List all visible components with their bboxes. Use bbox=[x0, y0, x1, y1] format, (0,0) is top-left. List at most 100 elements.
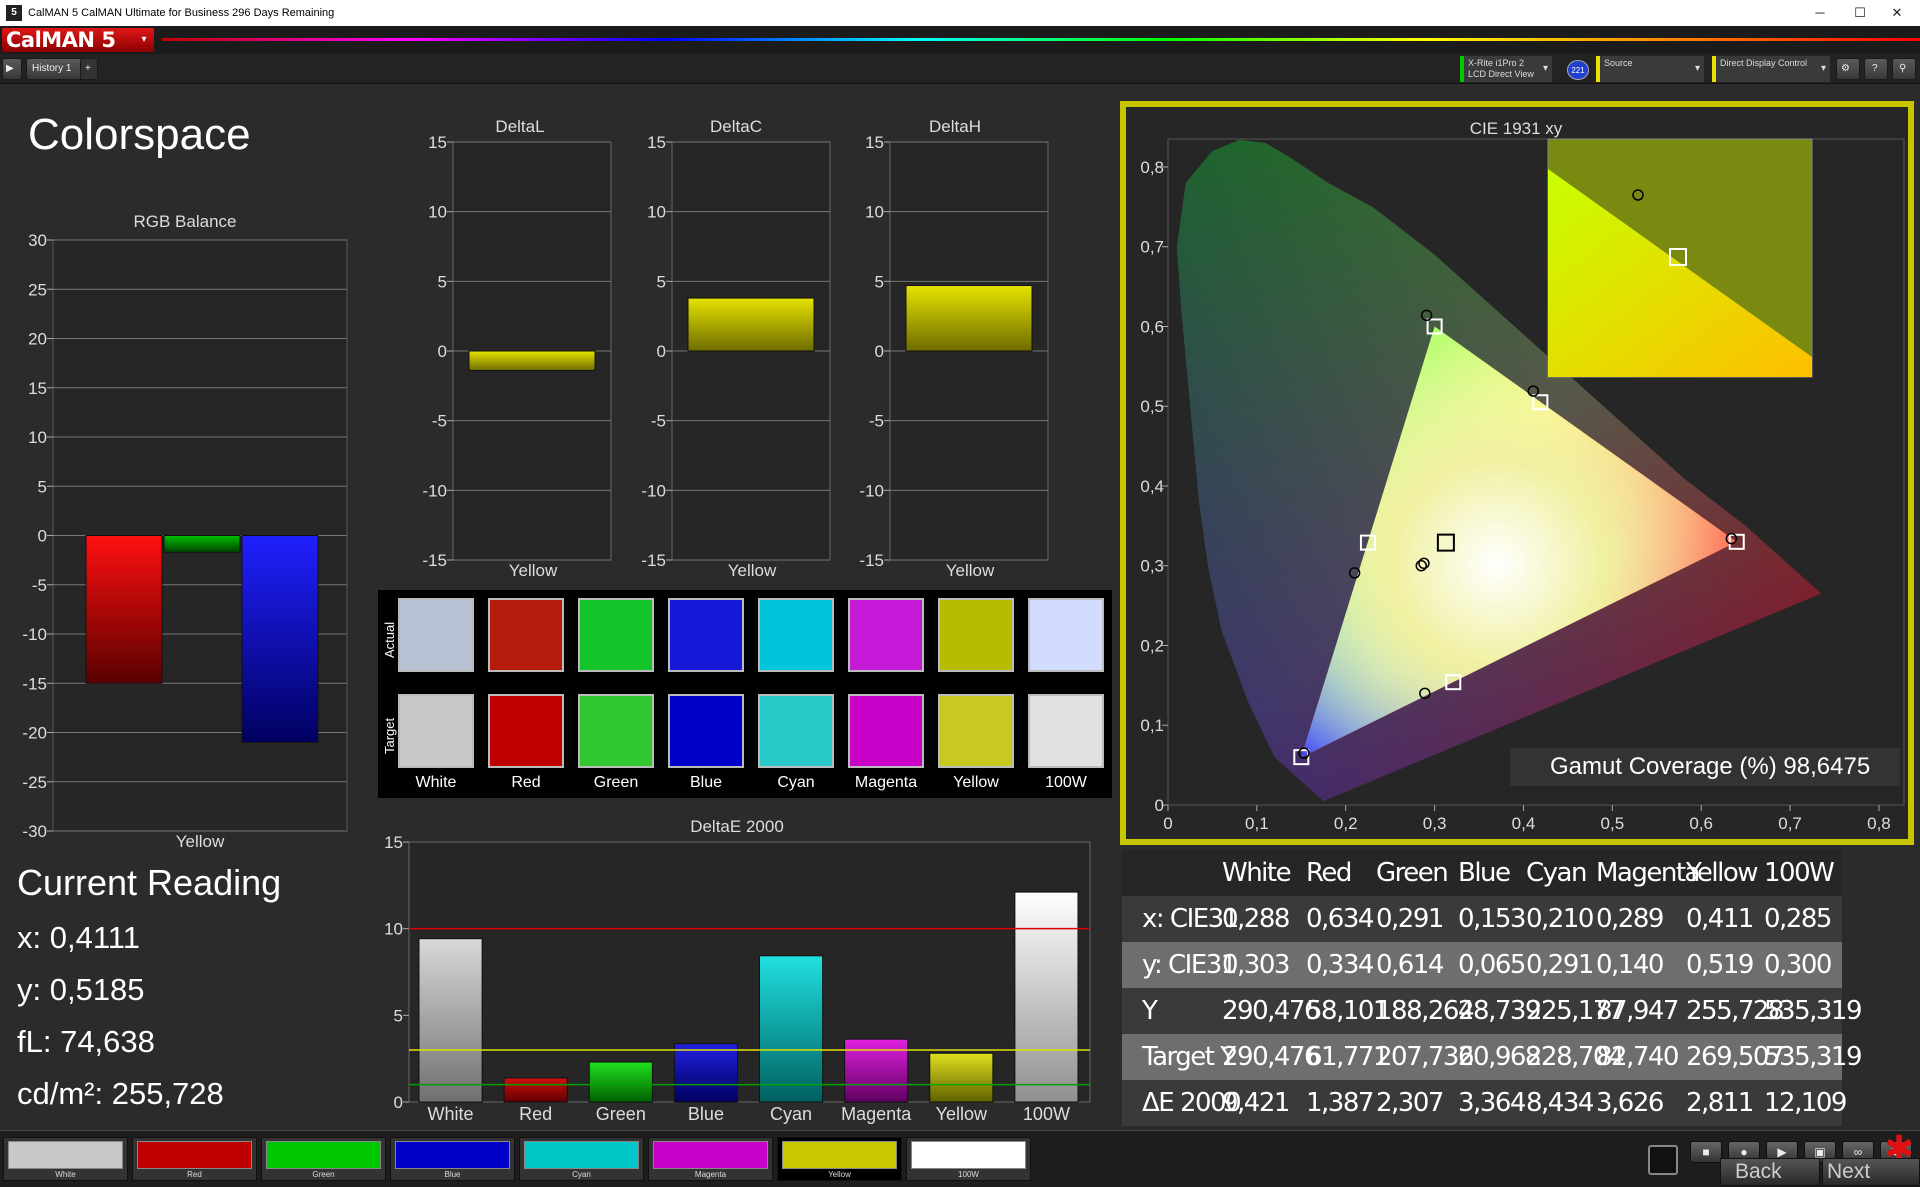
rgb-ytick-label: -5 bbox=[32, 576, 47, 595]
deltae-xtick-label: White bbox=[428, 1104, 474, 1124]
rgb-ytick-label: 30 bbox=[28, 231, 47, 250]
table-row: Y 290,476 58,101 188,264 28,739 225,177 87,947… bbox=[1122, 988, 1863, 1034]
deltac-bar bbox=[687, 297, 815, 352]
deltac-ytick-label: -15 bbox=[641, 551, 666, 570]
app-logo: CalMAN 5 bbox=[6, 28, 116, 52]
table-cell: 0,614 bbox=[1376, 950, 1444, 980]
deltae-bar-white bbox=[418, 938, 483, 1103]
table-cell: 535,319 bbox=[1764, 1042, 1863, 1072]
reading-fl: fL: 74,638 bbox=[17, 1024, 155, 1059]
tab-history-1[interactable]: History 1 bbox=[26, 58, 86, 80]
deltac-category: Yellow bbox=[727, 561, 777, 580]
deltal-ytick-label: 0 bbox=[438, 342, 447, 361]
deltal-ytick-label: 10 bbox=[428, 203, 447, 222]
target-swatch-yellow bbox=[938, 694, 1014, 768]
patch-color bbox=[782, 1141, 897, 1169]
table-cell: 0,300 bbox=[1764, 950, 1832, 980]
deltae-bar-100w bbox=[1014, 891, 1079, 1103]
gamut-coverage: Gamut Coverage (%) 98,6475 bbox=[1510, 748, 1900, 786]
cie-chart: 0 0,1 0,2 0,3 0,4 0,5 0,6 0,7 0,8 0,8 0,7 0,6 0,5 0,4… bbox=[1140, 138, 1905, 833]
deltac-ytick-label: 10 bbox=[647, 203, 666, 222]
table-row: y: CIE31 0,303 0,334 0,614 0,065 0,291 0,140 0,… bbox=[1122, 942, 1842, 988]
table-row: ΔE 2000 9,421 1,387 2,307 3,364 8,434 3,626 2,8… bbox=[1122, 1080, 1847, 1126]
patch-button-100w[interactable]: 100W bbox=[906, 1137, 1031, 1181]
patch-label: Red bbox=[187, 1170, 202, 1179]
swatch-label: White bbox=[415, 774, 457, 791]
meter-selector[interactable]: X-Rite i1Pro 2 LCD Direct View ▾ bbox=[1460, 56, 1552, 82]
patch-button-red[interactable]: Red bbox=[132, 1137, 257, 1181]
target-swatch-blue bbox=[668, 694, 744, 768]
patch-label: Yellow bbox=[828, 1170, 851, 1179]
current-reading-title: Current Reading bbox=[17, 862, 282, 903]
row-label: Target Y bbox=[1142, 1042, 1236, 1072]
cie-ytick-label: 0,7 bbox=[1140, 238, 1164, 257]
column-header: Blue bbox=[1458, 858, 1511, 888]
deltae-bar-blue bbox=[673, 1043, 738, 1103]
cie-xtick-label: 0,1 bbox=[1245, 814, 1269, 833]
table-cell: 0,210 bbox=[1526, 904, 1594, 934]
cie-ytick-label: 0,3 bbox=[1140, 557, 1164, 576]
window-titlebar: 5 CalMAN 5 CalMAN Ultimate for Business … bbox=[0, 0, 1920, 26]
next-button[interactable]: Next bbox=[1822, 1158, 1920, 1186]
patch-label: Cyan bbox=[572, 1170, 591, 1179]
rgb-ytick-label: 10 bbox=[28, 428, 47, 447]
patch-color bbox=[653, 1141, 768, 1169]
close-button[interactable]: ✕ bbox=[1874, 0, 1920, 26]
table-cell: 87,947 bbox=[1596, 996, 1679, 1026]
deltah-bar bbox=[905, 285, 1033, 352]
add-tab-button[interactable]: + bbox=[80, 58, 98, 80]
play-icon[interactable]: ▶ bbox=[2, 58, 22, 80]
column-header: Yellow bbox=[1686, 858, 1759, 888]
rgb-ytick-label: -20 bbox=[22, 724, 47, 743]
patch-color bbox=[8, 1141, 123, 1169]
actual-swatch-blue bbox=[668, 598, 744, 672]
big-stop-button[interactable] bbox=[1648, 1145, 1678, 1175]
column-header: Red bbox=[1306, 858, 1352, 888]
target-swatch-white bbox=[398, 694, 474, 768]
patch-button-white[interactable]: White bbox=[3, 1137, 128, 1181]
pin-icon[interactable]: ⚲ bbox=[1892, 58, 1916, 80]
source-selector[interactable]: Source ▾ bbox=[1596, 56, 1704, 82]
deltae-bar-magenta bbox=[844, 1038, 909, 1103]
patch-button-blue[interactable]: Blue bbox=[390, 1137, 515, 1181]
cie-xtick-label: 0,3 bbox=[1423, 814, 1447, 833]
actual-row-label: Actual bbox=[382, 621, 397, 658]
table-cell: 12,109 bbox=[1764, 1088, 1847, 1118]
cie-xtick-label: 0,5 bbox=[1601, 814, 1625, 833]
patch-button-green[interactable]: Green bbox=[261, 1137, 386, 1181]
deltac-ytick-label: 5 bbox=[657, 272, 666, 291]
chevron-down-icon: ▾ bbox=[1694, 63, 1700, 74]
actual-swatch-yellow bbox=[938, 598, 1014, 672]
cie-ytick-label: 0 bbox=[1155, 796, 1164, 815]
cie-ytick-label: 0,2 bbox=[1140, 636, 1164, 655]
table-cell: 0,153 bbox=[1458, 904, 1526, 934]
deltae-ytick-label: 0 bbox=[394, 1093, 403, 1112]
rainbow-divider bbox=[162, 38, 1920, 41]
app-menu-button[interactable]: CalMAN 5 ▾ bbox=[2, 28, 154, 52]
swatch-label: Red bbox=[511, 774, 541, 791]
stop-icon[interactable]: ■ bbox=[1690, 1141, 1722, 1163]
patch-button-magenta[interactable]: Magenta bbox=[648, 1137, 773, 1181]
meter-name: X-Rite i1Pro 2 bbox=[1468, 58, 1525, 68]
patch-button-yellow[interactable]: Yellow bbox=[777, 1137, 902, 1181]
display-selector[interactable]: Direct Display Control ▾ bbox=[1712, 56, 1830, 82]
help-icon[interactable]: ? bbox=[1864, 58, 1888, 80]
deltae-xtick-label: Red bbox=[519, 1104, 552, 1124]
deltae-xtick-label: Yellow bbox=[936, 1104, 988, 1124]
deltae-bar-cyan bbox=[759, 955, 824, 1103]
gear-icon[interactable]: ⚙ bbox=[1836, 58, 1860, 80]
table-cell: 0,634 bbox=[1306, 904, 1374, 934]
meter-badge[interactable]: 221 bbox=[1567, 60, 1589, 80]
back-button[interactable]: Back bbox=[1720, 1158, 1820, 1186]
patch-button-cyan[interactable]: Cyan bbox=[519, 1137, 644, 1181]
actual-swatch-red bbox=[488, 598, 564, 672]
table-cell: 8,434 bbox=[1526, 1088, 1594, 1118]
patch-label: Magenta bbox=[694, 1170, 727, 1179]
cie-ytick-label: 0,1 bbox=[1140, 716, 1164, 735]
deltah-ytick-label: 10 bbox=[865, 203, 884, 222]
table-row: Target Y 290,476 61,771 207,736 20,968 228,70… bbox=[1122, 1034, 1863, 1080]
rgb-ytick-label: -25 bbox=[22, 773, 47, 792]
rgb-ytick-label: -10 bbox=[22, 625, 47, 644]
swatch-label: Cyan bbox=[777, 774, 815, 791]
deltae-xtick-label: Blue bbox=[688, 1104, 724, 1124]
